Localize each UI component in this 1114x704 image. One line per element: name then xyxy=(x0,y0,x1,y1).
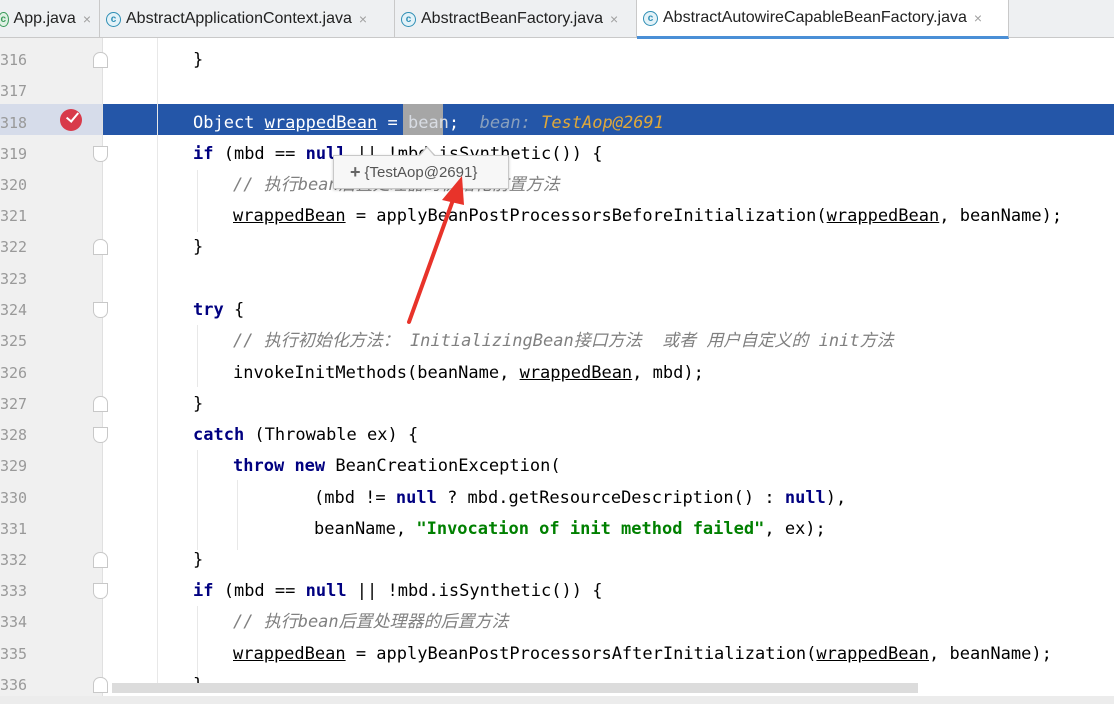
bottom-panel-edge xyxy=(0,696,1114,704)
horizontal-scrollbar[interactable] xyxy=(112,683,918,693)
red-arrow-annotation xyxy=(407,176,464,324)
